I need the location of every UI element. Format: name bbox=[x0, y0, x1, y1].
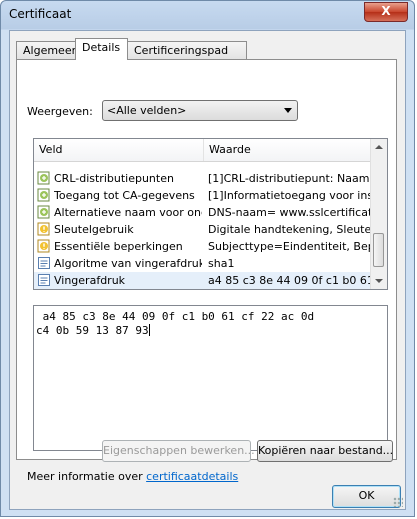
copy-to-file-button[interactable]: Kopiëren naar bestand... bbox=[257, 440, 393, 462]
details-panel: Weergeven: <Alle velden> Veld Waarde CRL… bbox=[16, 59, 397, 483]
scroll-down-icon[interactable] bbox=[371, 273, 387, 289]
tab-details[interactable]: Details bbox=[75, 38, 128, 60]
certificate-extension-icon bbox=[37, 171, 50, 185]
row-veld: Essentiële beperkingen bbox=[54, 240, 183, 253]
row-waarde: [1]CRL-distributiepunt: Naam ... bbox=[208, 172, 370, 185]
row-veld: Toegang tot CA-gegevens bbox=[54, 189, 195, 202]
row-waarde: Digitale handtekening, Sleutelc... bbox=[208, 223, 370, 236]
ok-button[interactable]: OK bbox=[332, 485, 401, 508]
row-waarde: a4 85 c3 8e 44 09 0f c1 b0 61 ... bbox=[208, 274, 370, 287]
certificate-extension-icon bbox=[37, 205, 50, 219]
property-icon bbox=[38, 257, 50, 269]
show-fields-value: <Alle velden> bbox=[107, 104, 187, 117]
value-line-1: a4 85 c3 8e 44 09 0f c1 b0 61 cf 22 ac 0… bbox=[36, 310, 315, 323]
window-title: Certificaat bbox=[9, 7, 72, 21]
tab-algemeen[interactable]: Algemeen bbox=[16, 41, 79, 59]
show-fields-dropdown[interactable]: <Alle velden> bbox=[102, 100, 298, 121]
more-info-text: Meer informatie over bbox=[27, 470, 147, 483]
property-icon bbox=[38, 274, 50, 286]
list-item[interactable]: Algoritme van vingerafdruk sha1 bbox=[34, 255, 372, 272]
row-veld: Algoritme van vingerafdruk bbox=[54, 257, 202, 270]
row-waarde: Subjecttype=Eindentiteit, Bep... bbox=[208, 240, 370, 253]
row-veld: Vingerafdruk bbox=[54, 274, 126, 287]
fields-list[interactable]: Veld Waarde CRL-distributiepunten [1]CRL… bbox=[33, 138, 388, 290]
list-scrollbar[interactable] bbox=[370, 139, 387, 289]
dialog-body: Algemeen Details Certificeringspad Weerg… bbox=[9, 30, 406, 510]
row-waarde: [1]Informatietoegang voor ins... bbox=[208, 189, 370, 202]
list-item-selected[interactable]: Vingerafdruk a4 85 c3 8e 44 09 0f c1 b0 … bbox=[34, 272, 372, 289]
scrollbar-thumb[interactable] bbox=[373, 233, 384, 267]
row-waarde: DNS-naam= www.sslcertificate... bbox=[208, 206, 370, 219]
chevron-down-icon bbox=[284, 108, 292, 113]
list-item[interactable]: CRL-distributiepunten [1]CRL-distributie… bbox=[34, 170, 372, 187]
text-caret bbox=[148, 324, 150, 336]
tab-certificeringspad[interactable]: Certificeringspad bbox=[127, 41, 247, 59]
certificate-details-link[interactable]: certificaatdetails bbox=[146, 470, 238, 483]
list-item[interactable]: Toegang tot CA-gegevens [1]Informatietoe… bbox=[34, 187, 372, 204]
list-item[interactable]: Alternatieve naam voor ond... DNS-naam= … bbox=[34, 204, 372, 221]
critical-extension-icon bbox=[37, 222, 50, 236]
column-header-waarde[interactable]: Waarde bbox=[204, 139, 372, 161]
row-veld: CRL-distributiepunten bbox=[54, 172, 174, 185]
critical-extension-icon bbox=[37, 239, 50, 253]
resize-grip-icon[interactable] bbox=[393, 497, 403, 507]
show-label: Weergeven: bbox=[27, 105, 93, 118]
scroll-up-icon[interactable] bbox=[371, 139, 387, 155]
list-rows: CRL-distributiepunten [1]CRL-distributie… bbox=[34, 170, 372, 289]
certificate-window: Certificaat X Algemeen Details Certifice… bbox=[0, 0, 415, 517]
value-line-2: c4 0b 59 13 87 93 bbox=[36, 324, 149, 337]
column-header-veld[interactable]: Veld bbox=[34, 139, 204, 161]
close-button[interactable]: X bbox=[364, 2, 408, 22]
title-bar[interactable]: Certificaat X bbox=[1, 1, 414, 29]
row-veld: Sleutelgebruik bbox=[54, 223, 134, 236]
certificate-extension-icon bbox=[37, 188, 50, 202]
row-waarde: sha1 bbox=[208, 257, 235, 270]
list-header: Veld Waarde bbox=[34, 139, 372, 162]
list-item[interactable]: Sleutelgebruik Digitale handtekening, Sl… bbox=[34, 221, 372, 238]
list-item[interactable]: Essentiële beperkingen Subjecttype=Einde… bbox=[34, 238, 372, 255]
field-value-textbox[interactable]: a4 85 c3 8e 44 09 0f c1 b0 61 cf 22 ac 0… bbox=[33, 305, 388, 451]
row-veld: Alternatieve naam voor ond... bbox=[54, 206, 202, 219]
more-info: Meer informatie over certificaatdetails bbox=[27, 470, 238, 483]
edit-properties-button[interactable]: Eigenschappen bewerken... bbox=[102, 440, 255, 462]
